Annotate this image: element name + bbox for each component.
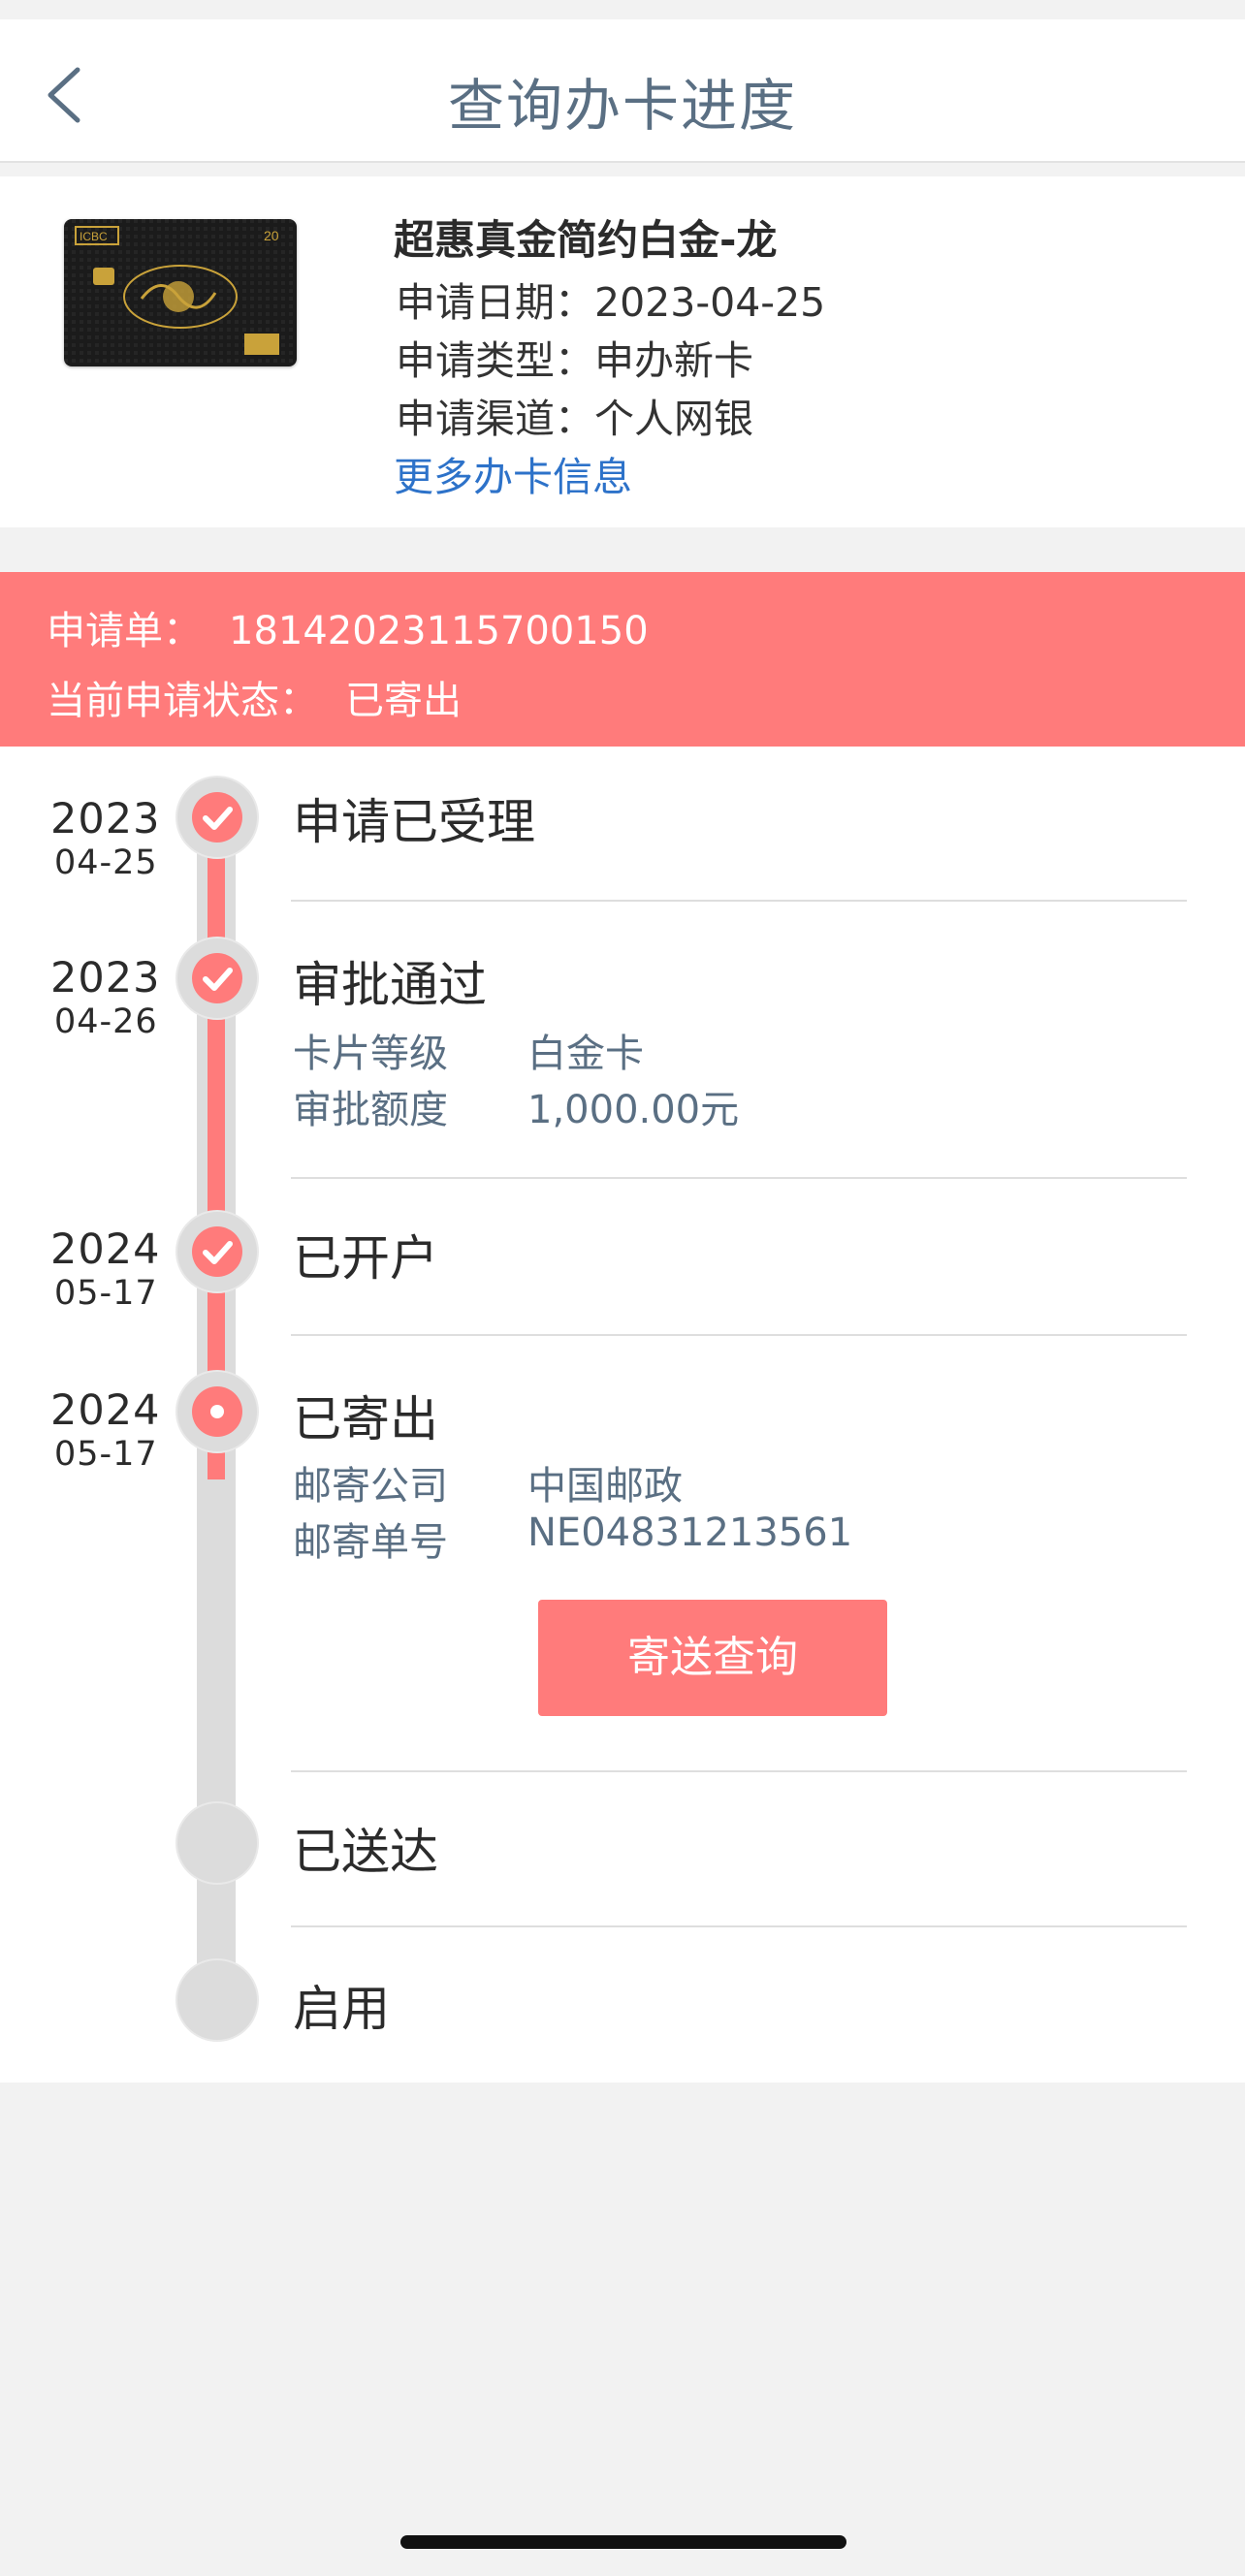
card-info-section: ICBC 20 超惠真金简约白金-龙 申请日期：2023-04-25 申请类型：… — [0, 176, 1245, 527]
apply-date-line: 申请日期：2023-04-25 — [396, 270, 825, 328]
detail-value: 中国邮政 — [527, 1464, 683, 1509]
track-shipment-button[interactable]: 寄送查询 — [538, 1600, 887, 1716]
svg-text:ICBC: ICBC — [80, 230, 108, 243]
step-title: 申请已受理 — [293, 794, 535, 850]
credit-card-image: ICBC 20 — [64, 219, 297, 366]
detail-label: 邮寄单号 — [293, 1520, 448, 1565]
apply-channel-label: 申请渠道： — [396, 396, 594, 442]
state-line: 当前申请状态： 已寄出 — [47, 669, 462, 725]
more-card-info-link[interactable]: 更多办卡信息 — [394, 444, 632, 502]
step-node-done — [176, 937, 259, 1020]
detail-value: 白金卡 — [527, 1032, 644, 1076]
divider — [291, 1177, 1187, 1179]
detail-row: 审批额度 1,000.00元 — [293, 1078, 739, 1134]
home-indicator — [400, 2535, 846, 2549]
check-icon — [203, 968, 233, 991]
step-node-done — [176, 776, 259, 859]
step-year: 2024 — [50, 1386, 161, 1435]
step-date: 05-17 — [54, 1274, 158, 1313]
step-date: 04-26 — [54, 1002, 158, 1041]
detail-row: 邮寄单号 NE04831213561 — [293, 1511, 852, 1567]
apply-date-value: 2023-04-25 — [594, 279, 826, 326]
step-year: 2024 — [50, 1225, 161, 1274]
step-node-pending — [176, 1958, 259, 2042]
apply-type-value: 申办新卡 — [594, 337, 753, 384]
step-node-done — [176, 1210, 259, 1293]
divider — [291, 1334, 1187, 1336]
page-title: 查询办卡进度 — [447, 73, 797, 139]
check-icon — [203, 1241, 233, 1264]
divider — [291, 1925, 1187, 1927]
order-number: 18142023115700150 — [229, 609, 649, 653]
detail-row: 邮寄公司 中国邮政 — [293, 1454, 683, 1511]
order-line: 申请单： 18142023115700150 — [47, 599, 649, 655]
progress-timeline: 2023 04-25 申请已受理 2023 04-26 审批通过 卡片等级 白金卡… — [0, 747, 1245, 2083]
step-title: 已开户 — [293, 1230, 438, 1287]
state-label: 当前申请状态： — [47, 679, 318, 723]
card-name: 超惠真金简约白金-龙 — [394, 216, 778, 264]
apply-channel-value: 个人网银 — [594, 396, 753, 442]
apply-type-label: 申请类型： — [396, 337, 594, 384]
step-date: 04-25 — [54, 843, 158, 882]
apply-channel-line: 申请渠道：个人网银 — [396, 386, 753, 444]
step-title: 启用 — [293, 1981, 390, 2037]
svg-text:20: 20 — [264, 228, 279, 243]
detail-value: 1,000.00元 — [527, 1088, 740, 1132]
dot-icon — [210, 1405, 224, 1418]
detail-value: NE04831213561 — [527, 1511, 853, 1555]
state-value: 已寄出 — [345, 679, 462, 723]
order-label: 申请单： — [47, 609, 202, 653]
nav-bar: 查询办卡进度 — [0, 19, 1245, 163]
apply-type-line: 申请类型：申办新卡 — [396, 328, 753, 386]
divider — [291, 900, 1187, 902]
step-node-current — [176, 1370, 259, 1453]
divider — [291, 1770, 1187, 1772]
status-banner: 申请单： 18142023115700150 当前申请状态： 已寄出 — [0, 572, 1245, 747]
step-title: 审批通过 — [293, 957, 487, 1013]
apply-date-label: 申请日期： — [396, 279, 594, 326]
step-node-pending — [176, 1801, 259, 1885]
step-year: 2023 — [50, 954, 161, 1002]
detail-label: 邮寄公司 — [293, 1464, 448, 1509]
detail-label: 审批额度 — [293, 1088, 448, 1132]
check-icon — [203, 807, 233, 830]
status-bar-area — [0, 0, 1245, 19]
step-title: 已寄出 — [293, 1391, 438, 1447]
step-title: 已送达 — [293, 1824, 438, 1880]
step-date: 05-17 — [54, 1435, 158, 1474]
detail-row: 卡片等级 白金卡 — [293, 1022, 644, 1078]
step-year: 2023 — [50, 795, 161, 843]
detail-label: 卡片等级 — [293, 1032, 448, 1076]
